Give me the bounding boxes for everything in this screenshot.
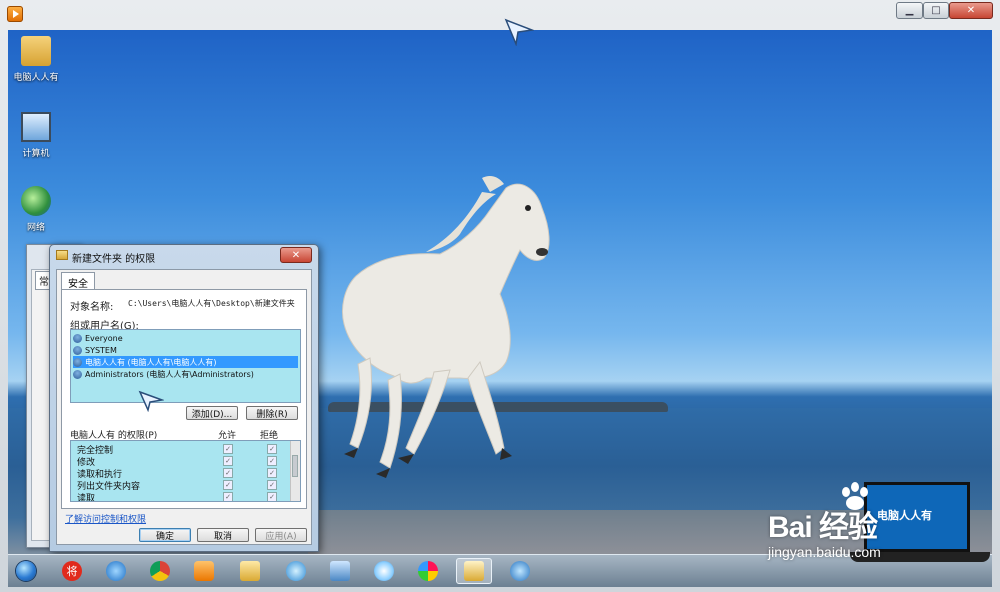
- close-button[interactable]: ✕: [949, 2, 993, 19]
- windows-start-icon: [16, 561, 36, 581]
- chrome-browser-icon: [150, 561, 170, 581]
- permission-name: 读取: [77, 494, 96, 502]
- taskbar-app-flower[interactable]: [370, 558, 398, 584]
- allow-checkbox[interactable]: ✓: [223, 492, 233, 501]
- user-group-icon: [73, 369, 82, 379]
- user-row-label: Everyone: [85, 333, 123, 343]
- deny-checkbox[interactable]: ✓: [267, 444, 277, 454]
- user-row-label: Administrators (电脑人人有\Administrators): [85, 369, 254, 379]
- user-group-icon: [73, 345, 82, 355]
- file-explorer-icon: [464, 561, 484, 581]
- user-row-label: SYSTEM: [85, 345, 117, 355]
- object-name-value: C:\Users\电脑人人有\Desktop\新建文件夹: [128, 299, 295, 308]
- ok-button[interactable]: 确定: [139, 528, 191, 542]
- deny-checkbox[interactable]: ✓: [267, 480, 277, 490]
- user-row-everyone[interactable]: Everyone: [73, 332, 298, 344]
- start-button[interactable]: [12, 558, 40, 584]
- cancel-button[interactable]: 取消: [197, 528, 249, 542]
- watermark-brand: Bai 经验: [768, 511, 878, 544]
- user-row-label: 电脑人人有 (电脑人人有\电脑人人有): [85, 357, 217, 367]
- dialog-title: 新建文件夹 的权限: [72, 254, 156, 265]
- desktop-icon-user-folder[interactable]: 电脑人人有: [10, 36, 62, 83]
- media-player-window: ▁ □ ✕ 电脑人人有 计算机 网络 常 新建文件夹 的权限 ✕ 安全 对象名称…: [0, 0, 1000, 592]
- dialog-close-button[interactable]: ✕: [280, 247, 312, 263]
- laptop-screen: 电脑人人有: [864, 482, 970, 552]
- permission-row: 修改 ✓ ✓: [77, 455, 287, 468]
- permission-row: 列出文件夹内容 ✓ ✓: [77, 479, 287, 492]
- access-control-help-link[interactable]: 了解访问控制和权限: [65, 512, 146, 525]
- folder-icon: [240, 561, 260, 581]
- permission-row: 读取和执行 ✓ ✓: [77, 467, 287, 480]
- security-tab-panel: 对象名称: C:\Users\电脑人人有\Desktop\新建文件夹 组或用户名…: [61, 289, 307, 509]
- user-row-current-user[interactable]: 电脑人人有 (电脑人人有\电脑人人有): [73, 356, 298, 368]
- permissions-list[interactable]: 完全控制 ✓ ✓ 修改 ✓ ✓ 读取和执行 ✓ ✓ 列出文件夹内容 ✓ ✓ 读取…: [70, 440, 301, 502]
- taskbar-app-paint[interactable]: [414, 558, 442, 584]
- taskbar-app-chrome[interactable]: [146, 558, 174, 584]
- permission-row: 读取 ✓ ✓: [77, 491, 287, 502]
- permissions-header: 电脑人人有 的权限(P) 允许 拒绝: [70, 428, 302, 441]
- taskbar-app-monitor[interactable]: [326, 558, 354, 584]
- taskbar-app-tool[interactable]: [506, 558, 534, 584]
- apply-button[interactable]: 应用(A): [255, 528, 307, 542]
- flower-app-icon: [374, 561, 394, 581]
- paint-icon: [418, 561, 438, 581]
- taskbar-app-file-explorer[interactable]: [456, 558, 492, 584]
- desktop-icon-label: 网络: [26, 223, 45, 233]
- desktop-icon-label: 电脑人人有: [13, 73, 59, 83]
- user-folder-icon: [21, 36, 51, 66]
- monitor-icon: [330, 561, 350, 581]
- desktop-icon-network[interactable]: 网络: [10, 186, 62, 233]
- dialog-body: 安全 对象名称: C:\Users\电脑人人有\Desktop\新建文件夹 组或…: [56, 269, 312, 545]
- network-icon: [21, 186, 51, 216]
- remove-button[interactable]: 删除(R): [246, 406, 298, 420]
- 360-browser-icon: [286, 561, 306, 581]
- allow-checkbox[interactable]: ✓: [223, 444, 233, 454]
- taskbar-app-ie[interactable]: [102, 558, 130, 584]
- computer-icon: [21, 112, 51, 142]
- watermark-screen-text: 电脑人人有: [877, 509, 932, 522]
- baidu-jingyan-watermark: 电脑人人有 Bai 经验 jingyan.baidu.com: [762, 478, 998, 590]
- taskbar-app-360-browser[interactable]: [282, 558, 310, 584]
- deny-checkbox[interactable]: ✓: [267, 492, 277, 501]
- player-app-icon[interactable]: [7, 6, 23, 22]
- media-player-icon: [194, 561, 214, 581]
- deny-checkbox[interactable]: ✓: [267, 468, 277, 478]
- scrollbar-thumb[interactable]: [292, 455, 298, 477]
- user-row-system[interactable]: SYSTEM: [73, 344, 298, 356]
- allow-checkbox[interactable]: ✓: [223, 480, 233, 490]
- paper-plane-cursor-icon: [138, 390, 164, 412]
- user-group-icon: [73, 333, 82, 343]
- jiang-app-icon: 将: [62, 561, 82, 581]
- taskbar-app-folder[interactable]: [236, 558, 264, 584]
- allow-checkbox[interactable]: ✓: [223, 468, 233, 478]
- user-row-administrators[interactable]: Administrators (电脑人人有\Administrators): [73, 368, 298, 380]
- object-name-label: 对象名称:: [70, 302, 114, 313]
- allow-checkbox[interactable]: ✓: [223, 456, 233, 466]
- folder-icon: [56, 250, 68, 260]
- taskbar-app-media-player[interactable]: [190, 558, 218, 584]
- window-title-bar[interactable]: ▁ □ ✕: [0, 0, 1000, 28]
- paper-plane-cursor-icon: [504, 18, 534, 46]
- watermark-url: jingyan.baidu.com: [768, 544, 881, 560]
- desktop-icon-computer[interactable]: 计算机: [10, 112, 62, 159]
- deny-checkbox[interactable]: ✓: [267, 456, 277, 466]
- group-users-list[interactable]: Everyone SYSTEM 电脑人人有 (电脑人人有\电脑人人有) Admi…: [70, 329, 301, 403]
- white-horse-image: [342, 176, 550, 478]
- permissions-scrollbar[interactable]: [290, 441, 300, 501]
- add-button[interactable]: 添加(D)...: [186, 406, 238, 420]
- minimize-button[interactable]: ▁: [896, 2, 923, 19]
- dialog-title-bar[interactable]: 新建文件夹 的权限 ✕: [50, 245, 318, 267]
- taskbar-app-jiang[interactable]: 将: [58, 558, 86, 584]
- maximize-button[interactable]: □: [923, 2, 949, 19]
- ie-browser-icon: [106, 561, 126, 581]
- permissions-dialog[interactable]: 新建文件夹 的权限 ✕ 安全 对象名称: C:\Users\电脑人人有\Desk…: [49, 244, 319, 552]
- tool-icon: [510, 561, 530, 581]
- permission-row: 完全控制 ✓ ✓: [77, 443, 287, 456]
- user-icon: [73, 357, 82, 367]
- desktop-icon-label: 计算机: [22, 149, 50, 159]
